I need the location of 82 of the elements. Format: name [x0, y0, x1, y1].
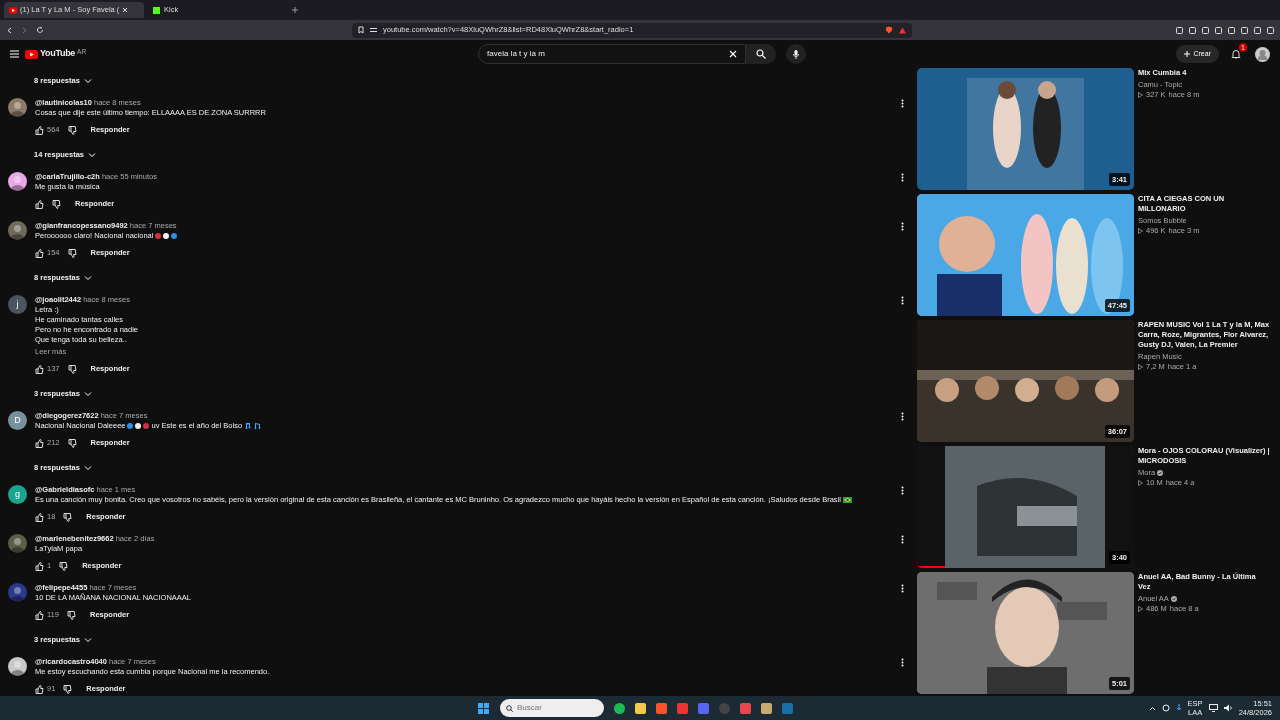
thumbs-down-icon[interactable]	[67, 364, 77, 374]
bookmark-icon[interactable]	[358, 26, 364, 34]
k-logo-icon	[153, 6, 161, 14]
thumbs-down-icon[interactable]	[63, 512, 73, 522]
thumbs-down-icon[interactable]	[67, 248, 77, 258]
taskbar-music-app-icon[interactable]	[614, 702, 625, 714]
taskbar-search[interactable]: Buscar	[500, 699, 604, 717]
play-icon	[1138, 364, 1143, 370]
forward-icon[interactable]	[21, 26, 28, 34]
chevron-down-icon	[83, 390, 92, 397]
user-avatar[interactable]	[8, 534, 27, 553]
youtube-logo-icon	[25, 49, 38, 59]
thumbs-down-icon[interactable]	[66, 610, 76, 620]
thumbs-up-icon[interactable]	[35, 684, 44, 694]
taskbar-app-icon[interactable]	[782, 702, 793, 714]
play-icon	[1138, 480, 1143, 486]
thumbs-up-icon[interactable]	[35, 561, 44, 571]
thumbs-down-icon[interactable]	[67, 125, 77, 135]
thumbs-down-icon[interactable]	[67, 438, 77, 448]
play-icon	[1138, 92, 1143, 98]
microphone-icon	[793, 49, 800, 59]
taskbar-app-icon[interactable]	[740, 702, 751, 714]
more-options-icon[interactable]	[901, 99, 904, 108]
chevron-down-icon	[88, 151, 97, 158]
logo-text[interactable]: YouTube	[40, 47, 76, 61]
search-button[interactable]	[746, 44, 777, 64]
network-icon[interactable]	[1208, 704, 1218, 712]
play-icon	[1138, 606, 1143, 612]
chevron-down-icon	[83, 274, 92, 281]
thumbs-up-icon[interactable]	[35, 199, 44, 209]
download-icon[interactable]	[1175, 704, 1182, 712]
account-avatar[interactable]	[1255, 46, 1270, 62]
more-options-icon[interactable]	[901, 173, 904, 182]
close-icon[interactable]	[122, 7, 129, 13]
avatar[interactable]: j	[8, 295, 27, 314]
search-field[interactable]: favela la t y la m	[487, 48, 730, 60]
user-avatar[interactable]	[8, 172, 27, 191]
thumbs-up-icon[interactable]	[35, 512, 44, 522]
thumbs-down-icon[interactable]	[63, 684, 73, 694]
user-avatar[interactable]	[8, 221, 27, 240]
chevron-up-icon[interactable]	[1148, 705, 1156, 711]
thumbs-up-icon[interactable]	[35, 125, 44, 135]
more-options-icon[interactable]	[901, 296, 904, 305]
taskbar-search-field[interactable]: Buscar	[517, 702, 597, 714]
search-box[interactable]: favela la t y la m	[478, 44, 747, 64]
taskbar-folder-icon[interactable]	[635, 702, 646, 714]
search-icon	[756, 49, 767, 59]
plus-icon[interactable]	[292, 7, 298, 13]
taskbar-app-icon[interactable]	[761, 702, 772, 714]
plus-icon	[1184, 51, 1191, 57]
taskbar-chat-icon[interactable]	[698, 702, 709, 714]
thumbs-up-icon[interactable]	[35, 438, 44, 448]
more-options-icon[interactable]	[901, 412, 904, 421]
shield-icon[interactable]	[885, 26, 893, 34]
more-options-icon[interactable]	[901, 584, 904, 593]
thumbs-up-icon[interactable]	[35, 364, 44, 374]
user-avatar[interactable]	[8, 98, 27, 117]
more-options-icon[interactable]	[901, 535, 904, 544]
user-avatar[interactable]	[8, 657, 27, 676]
thumbs-down-icon[interactable]	[59, 561, 69, 571]
thumbs-up-icon[interactable]	[35, 610, 44, 620]
chevron-down-icon	[83, 636, 92, 643]
start-icon[interactable]	[478, 702, 489, 714]
menu-icon[interactable]	[10, 50, 19, 58]
taskbar-shield-icon[interactable]	[656, 702, 667, 714]
chevron-down-icon	[83, 77, 92, 84]
reload-icon[interactable]	[36, 26, 44, 34]
thumbs-up-icon[interactable]	[35, 248, 44, 258]
youtube-icon	[9, 6, 17, 14]
bell-icon[interactable]	[1231, 49, 1241, 59]
play-icon	[1138, 228, 1143, 234]
taskbar-app-icon[interactable]	[677, 702, 688, 714]
triangle-icon[interactable]	[899, 26, 906, 34]
search-icon	[506, 704, 513, 712]
chevron-down-icon	[83, 464, 92, 471]
more-options-icon[interactable]	[901, 222, 904, 231]
thumbs-down-icon[interactable]	[52, 199, 61, 209]
microphone-button[interactable]	[786, 44, 807, 64]
more-options-icon[interactable]	[901, 486, 904, 495]
speaker-icon[interactable]	[1223, 704, 1233, 712]
back-icon[interactable]	[6, 26, 13, 34]
more-options-icon[interactable]	[901, 658, 904, 667]
